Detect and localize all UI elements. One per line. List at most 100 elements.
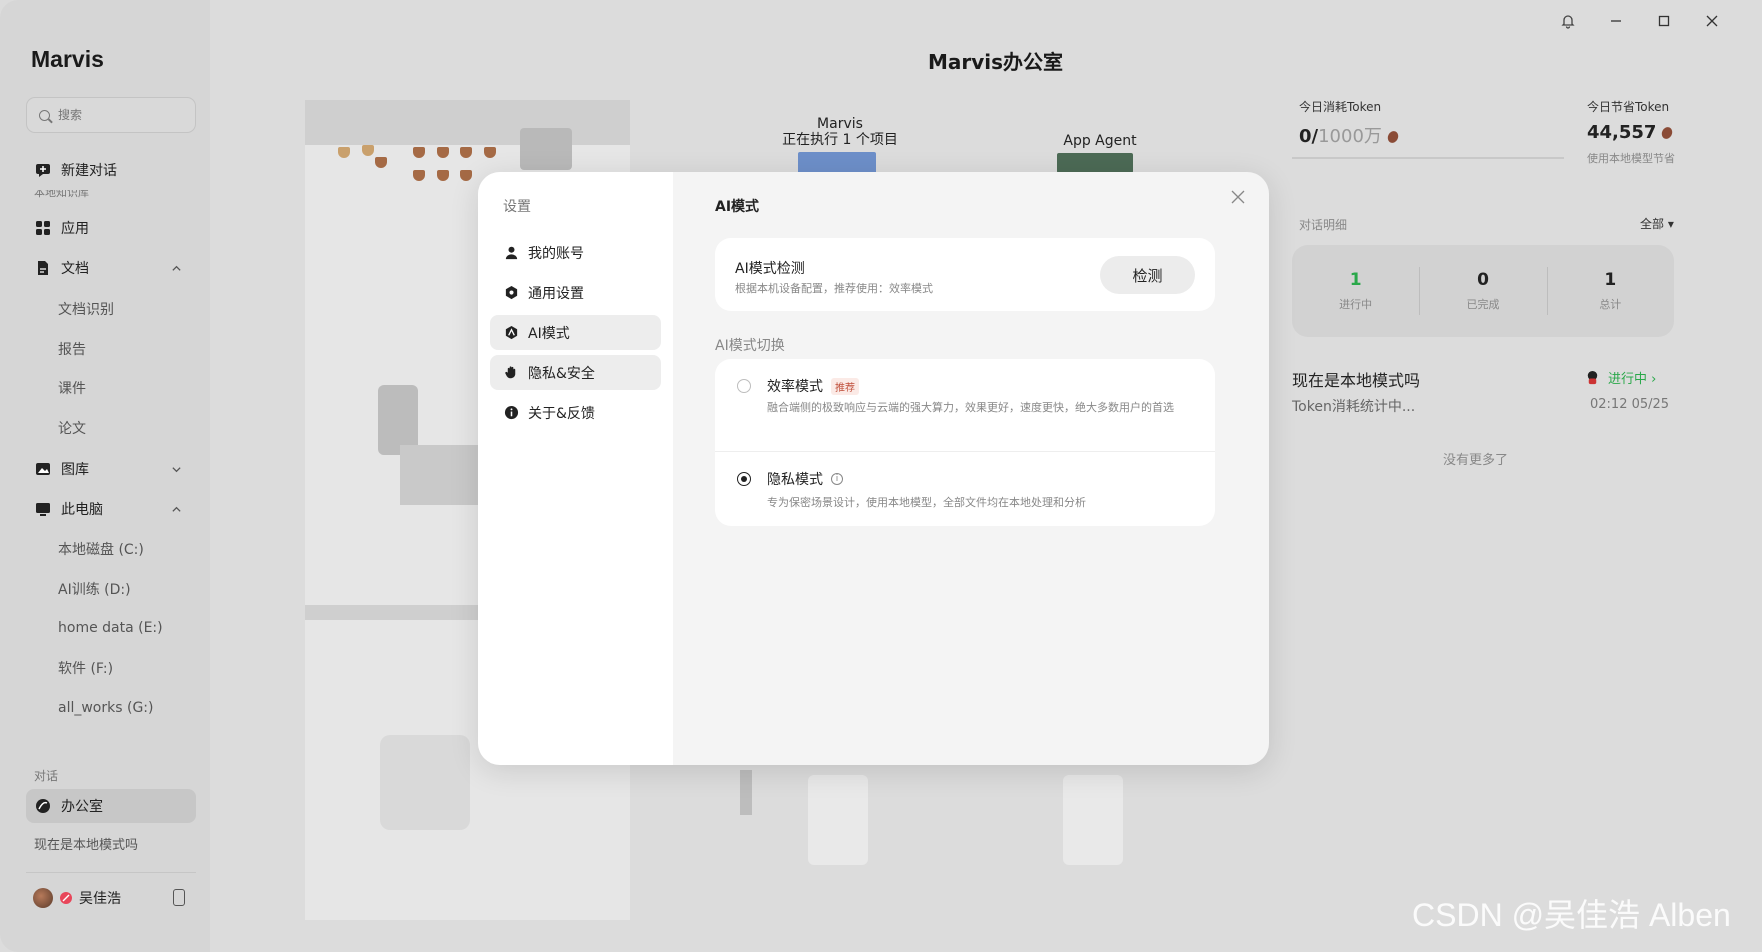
sidebar-item-label: 本地磁盘 (C:)	[58, 542, 144, 558]
info-circle-icon[interactable]: i	[831, 473, 843, 485]
sidebar-item-reports[interactable]: 报告	[26, 332, 196, 366]
menu-item-account[interactable]: 我的账号	[490, 235, 661, 270]
ai-detect-card: AI模式检测 根据本机设备配置，推荐使用：效率模式 检测	[715, 238, 1215, 311]
privacy-mode-radio[interactable]	[737, 472, 751, 486]
efficiency-mode-label: 效率模式	[767, 379, 823, 395]
coffee-machine	[520, 128, 572, 170]
sidebar-item-label: home data (E:)	[58, 620, 163, 636]
saved-token-number: 44,557	[1587, 122, 1657, 143]
scene-desk-leg	[740, 770, 752, 815]
user-icon	[505, 246, 518, 260]
conversations-section-label: 对话	[34, 769, 59, 783]
sidebar-item-drive-e[interactable]: home data (E:)	[26, 611, 196, 645]
ai-detect-description: 根据本机设备配置，推荐使用：效率模式	[735, 282, 933, 295]
app-agent-label: App Agent	[1063, 133, 1137, 149]
app-agent-monitor	[1057, 153, 1133, 173]
sidebar-item-drive-c[interactable]: 本地磁盘 (C:)	[26, 532, 196, 566]
no-more-label: 没有更多了	[1443, 453, 1509, 468]
search-box[interactable]	[26, 97, 196, 133]
sidebar-divider	[26, 872, 196, 873]
phone-icon[interactable]	[173, 889, 185, 906]
maximize-icon[interactable]	[1653, 10, 1675, 32]
user-profile[interactable]: 吴佳浩	[33, 886, 185, 910]
today-token-label: 今日消耗Token	[1299, 100, 1382, 114]
sidebar-item-papers[interactable]: 论文	[26, 411, 196, 445]
ai-detect-title: AI模式检测	[735, 261, 805, 277]
menu-item-label: AI模式	[528, 325, 570, 342]
page-title: Marvis办公室	[928, 50, 1064, 74]
saved-token-label: 今日节省Token	[1587, 100, 1670, 114]
sidebar-item-this-pc[interactable]: 此电脑	[26, 492, 196, 526]
menu-item-about[interactable]: 关于&反馈	[490, 395, 661, 430]
saved-token-note: 使用本地模型节省	[1587, 152, 1675, 165]
chevron-down-icon[interactable]	[171, 463, 182, 479]
privacy-mode-description: 专为保密场景设计，使用本地模型，全部文件均在本地处理和分析	[767, 496, 1086, 509]
agent-avatar-icon	[1587, 370, 1598, 385]
recommended-badge: 推荐	[831, 377, 859, 395]
sidebar-item-label: 软件 (F:)	[58, 661, 114, 677]
vip-badge-icon	[60, 892, 72, 904]
menu-item-label: 我的账号	[528, 245, 584, 262]
ai-mode-switch-label: AI模式切换	[715, 338, 785, 354]
today-token-value: 0/1000万	[1299, 122, 1400, 148]
today-token-used: 0/	[1299, 126, 1319, 147]
watermark: CSDN @吴佳浩 Alben	[1412, 897, 1731, 933]
detail-filter-dropdown[interactable]: 全部 ▾	[1640, 215, 1674, 232]
close-window-icon[interactable]	[1701, 10, 1723, 32]
sidebar: Marvis 新建对话 本地知识库 应用 文档 文档识别 报告 课件 论文	[0, 0, 210, 952]
stat-value: 1	[1604, 270, 1617, 290]
menu-item-label: 关于&反馈	[528, 405, 595, 422]
option-privacy-mode[interactable]: 隐私模式 i 专为保密场景设计，使用本地模型，全部文件均在本地处理和分析	[715, 452, 1215, 526]
menu-item-ai-mode[interactable]: AI模式	[490, 315, 661, 350]
option-efficiency-mode[interactable]: 效率模式 推荐 融合端侧的极致响应与云端的强大算力，效果更好，速度更快，绝大多数…	[715, 359, 1215, 451]
menu-item-general[interactable]: 通用设置	[490, 275, 661, 310]
chevron-up-icon[interactable]	[171, 262, 182, 278]
coffee-bean-icon	[1385, 129, 1400, 145]
hand-icon	[505, 366, 516, 379]
menu-item-privacy[interactable]: 隐私&安全	[490, 355, 661, 390]
conversation-time: 02:12 05/25	[1590, 397, 1670, 412]
efficiency-mode-title: 效率模式 推荐	[767, 376, 859, 396]
sidebar-item-drive-d[interactable]: AI训练 (D:)	[26, 572, 196, 606]
sidebar-item-doc-recognition[interactable]: 文档识别	[26, 292, 196, 326]
conversation-status[interactable]: 进行中 ›	[1585, 368, 1656, 387]
marvis-agent-label: Marvis 正在执行 1 个项目	[780, 116, 900, 148]
coffee-bean-icon	[1660, 125, 1675, 141]
marvis-monitor	[798, 152, 876, 174]
monitor-icon	[35, 501, 51, 517]
notification-bell-icon[interactable]	[1557, 10, 1579, 32]
avatar	[33, 888, 53, 908]
scene-chair	[808, 775, 868, 865]
sidebar-item-drive-f[interactable]: 软件 (F:)	[26, 651, 196, 685]
sidebar-item-label: 办公室	[61, 799, 103, 815]
search-input[interactable]	[58, 108, 178, 122]
chat-plus-icon	[35, 162, 51, 178]
detect-button[interactable]: 检测	[1100, 256, 1195, 294]
image-icon	[35, 461, 51, 477]
chevron-up-icon[interactable]	[171, 503, 182, 519]
efficiency-mode-radio[interactable]	[737, 379, 751, 393]
knowledge-base-label: 本地知识库	[34, 190, 89, 198]
sidebar-item-gallery[interactable]: 图库	[26, 452, 196, 486]
conversation-stats: 1 进行中 0 已完成 1 总计	[1292, 245, 1674, 337]
stat-label: 已完成	[1466, 298, 1500, 311]
brand-logo: Marvis	[31, 46, 104, 72]
sidebar-conversation-item[interactable]: 现在是本地模式吗	[34, 834, 138, 853]
close-icon[interactable]	[1231, 189, 1249, 207]
sidebar-item-office[interactable]: 办公室	[26, 789, 196, 823]
stat-value: 0	[1477, 270, 1489, 290]
minimize-icon[interactable]	[1605, 10, 1627, 32]
ai-mode-options-card: 效率模式 推荐 融合端侧的极致响应与云端的强大算力，效果更好，速度更快，绝大多数…	[715, 359, 1215, 526]
user-name: 吴佳浩	[79, 891, 121, 907]
conversation-card-title[interactable]: 现在是本地模式吗	[1292, 367, 1420, 391]
sidebar-item-courseware[interactable]: 课件	[26, 371, 196, 405]
stat-value: 1	[1349, 270, 1362, 290]
sidebar-item-apps[interactable]: 应用	[26, 211, 196, 245]
marvis-agent-name: Marvis	[817, 116, 863, 132]
ai-mode-icon	[505, 325, 518, 340]
sidebar-item-drive-g[interactable]: all_works (G:)	[26, 691, 196, 725]
sidebar-item-label: 论文	[58, 421, 86, 437]
sidebar-item-documents[interactable]: 文档	[26, 251, 196, 285]
new-chat-button[interactable]: 新建对话	[26, 153, 196, 187]
sidebar-item-label: 课件	[58, 381, 86, 397]
